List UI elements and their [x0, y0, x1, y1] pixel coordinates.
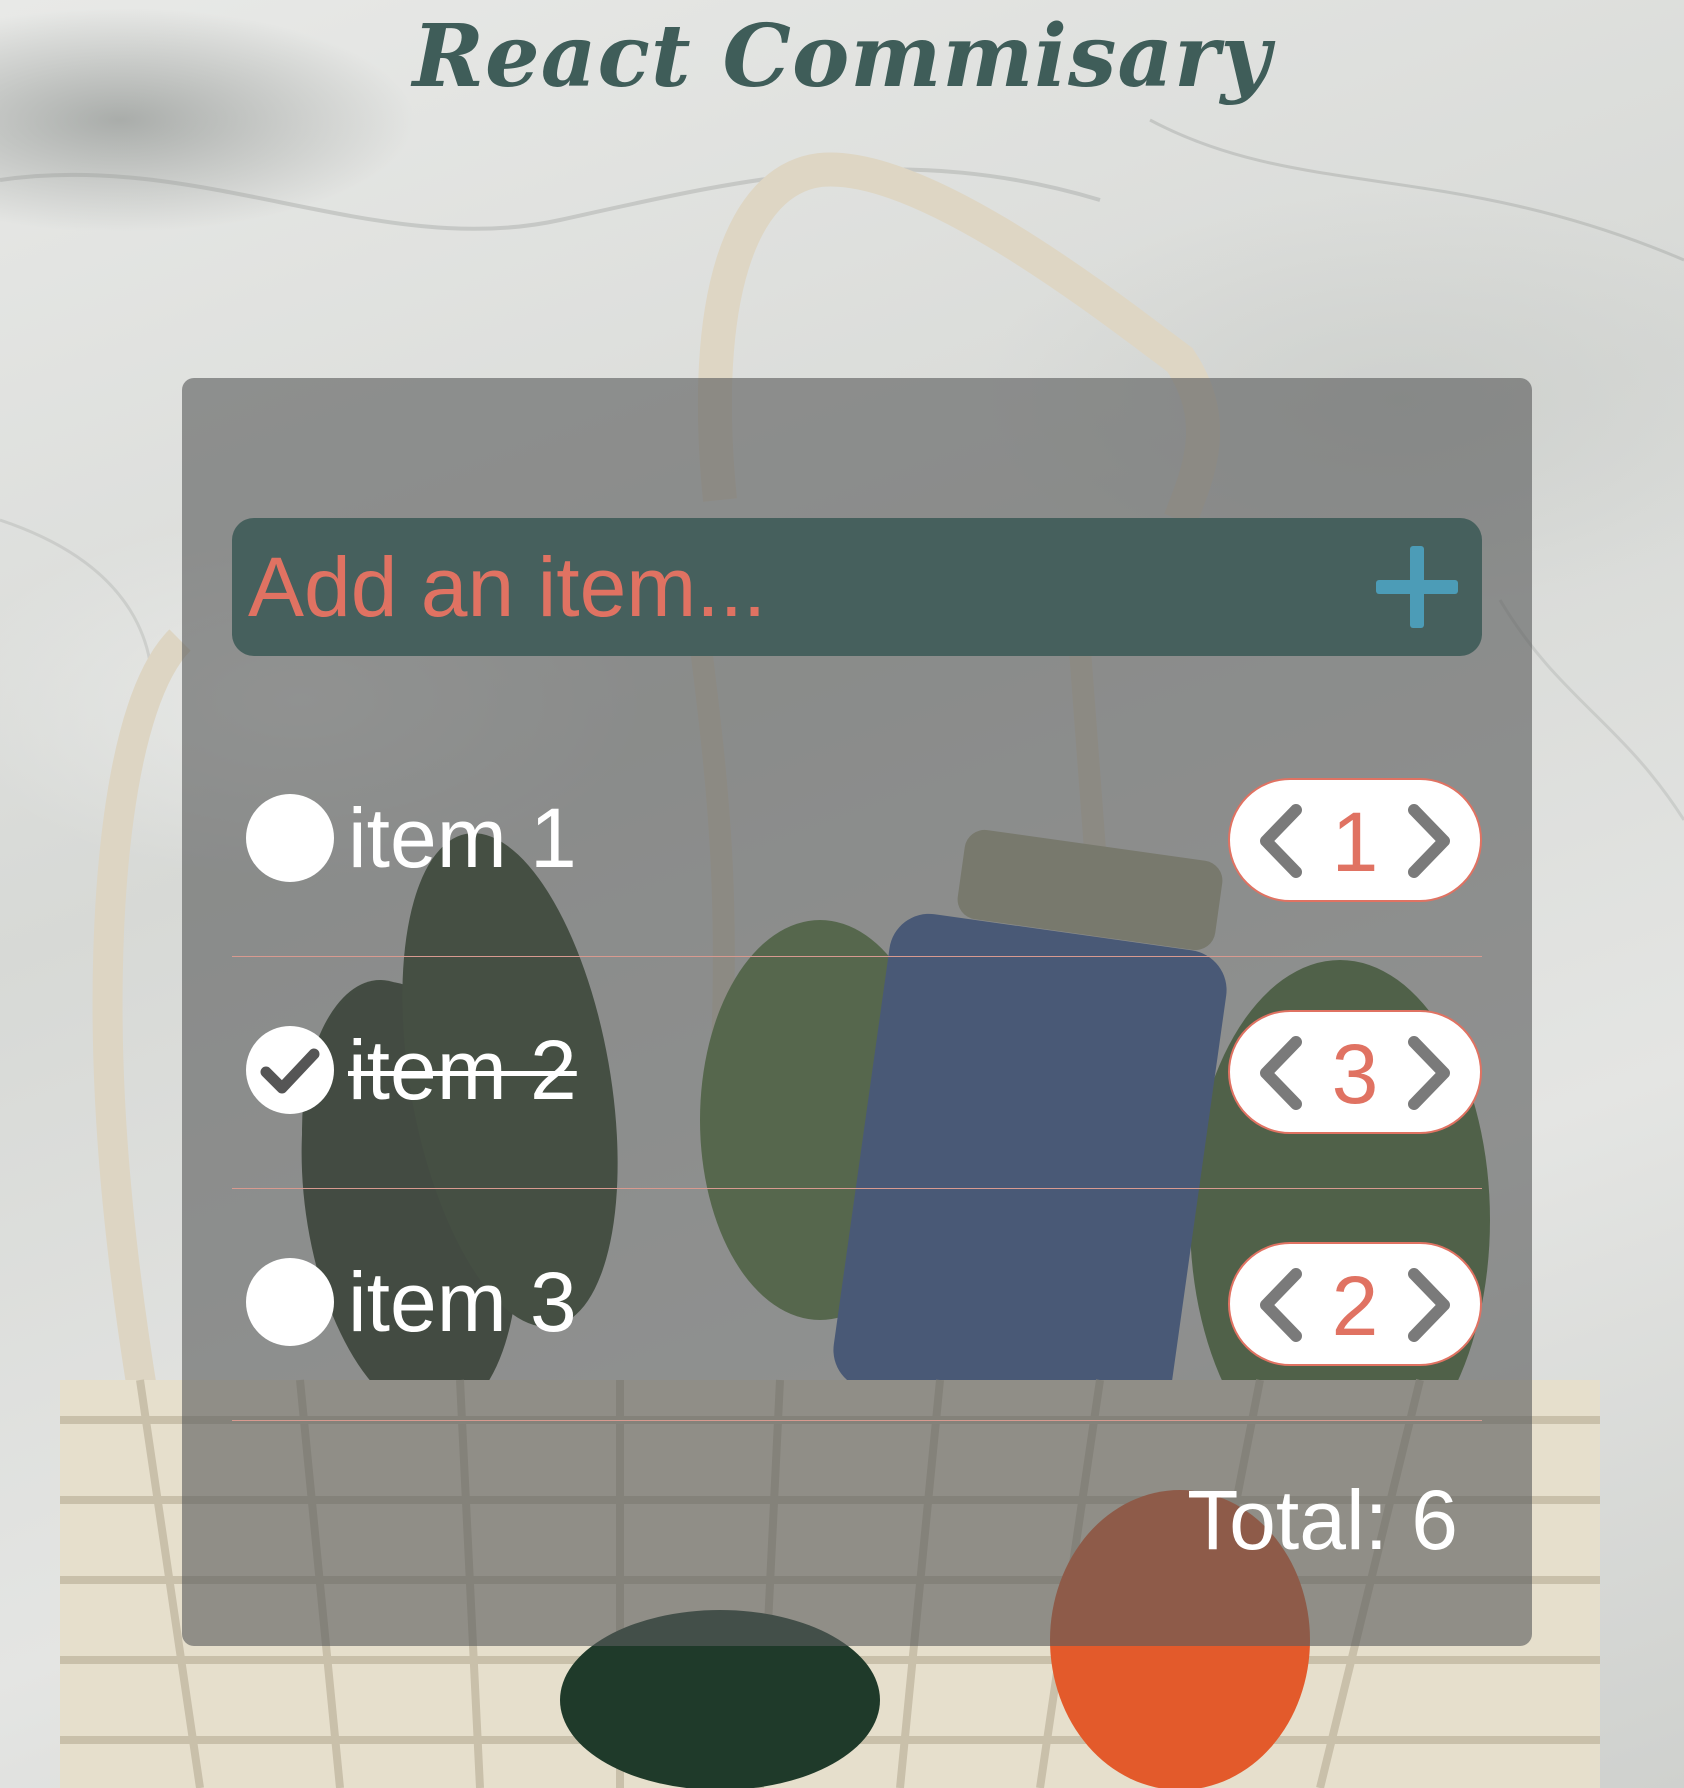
chevron-right-icon [1408, 804, 1450, 878]
shopping-list-card: item 1 1 item 2 [182, 378, 1532, 1646]
increase-quantity-button[interactable] [1402, 802, 1458, 880]
checkmark-icon [260, 1048, 320, 1094]
decrease-quantity-button[interactable] [1252, 1266, 1308, 1344]
chevron-right-icon [1408, 1036, 1450, 1110]
item-name[interactable]: item 2 [348, 1020, 577, 1120]
list-item: item 2 3 [232, 956, 1482, 1189]
total-count: Total: 6 [1187, 1473, 1458, 1567]
chevron-left-icon [1260, 804, 1302, 878]
decrease-quantity-button[interactable] [1252, 802, 1308, 880]
quantity-stepper: 3 [1228, 1010, 1482, 1134]
quantity-value: 1 [1331, 795, 1379, 889]
increase-quantity-button[interactable] [1402, 1034, 1458, 1112]
add-item-bar [232, 518, 1482, 656]
item-check-circle[interactable] [246, 794, 334, 882]
item-check-circle[interactable] [246, 1026, 334, 1114]
quantity-stepper: 1 [1228, 778, 1482, 902]
list-item: item 1 1 [232, 724, 1482, 957]
list-item: item 3 2 [232, 1188, 1482, 1421]
item-name[interactable]: item 1 [348, 788, 577, 888]
chevron-right-icon [1408, 1268, 1450, 1342]
item-name[interactable]: item 3 [348, 1252, 577, 1352]
quantity-value: 3 [1331, 1027, 1379, 1121]
item-check-circle[interactable] [246, 1258, 334, 1346]
decrease-quantity-button[interactable] [1252, 1034, 1308, 1112]
quantity-value: 2 [1331, 1259, 1379, 1353]
add-item-button[interactable] [1376, 546, 1458, 628]
quantity-stepper: 2 [1228, 1242, 1482, 1366]
add-item-input[interactable] [248, 518, 1368, 656]
app-title: React Commisary [412, 6, 1272, 107]
chevron-left-icon [1260, 1036, 1302, 1110]
increase-quantity-button[interactable] [1402, 1266, 1458, 1344]
chevron-left-icon [1260, 1268, 1302, 1342]
